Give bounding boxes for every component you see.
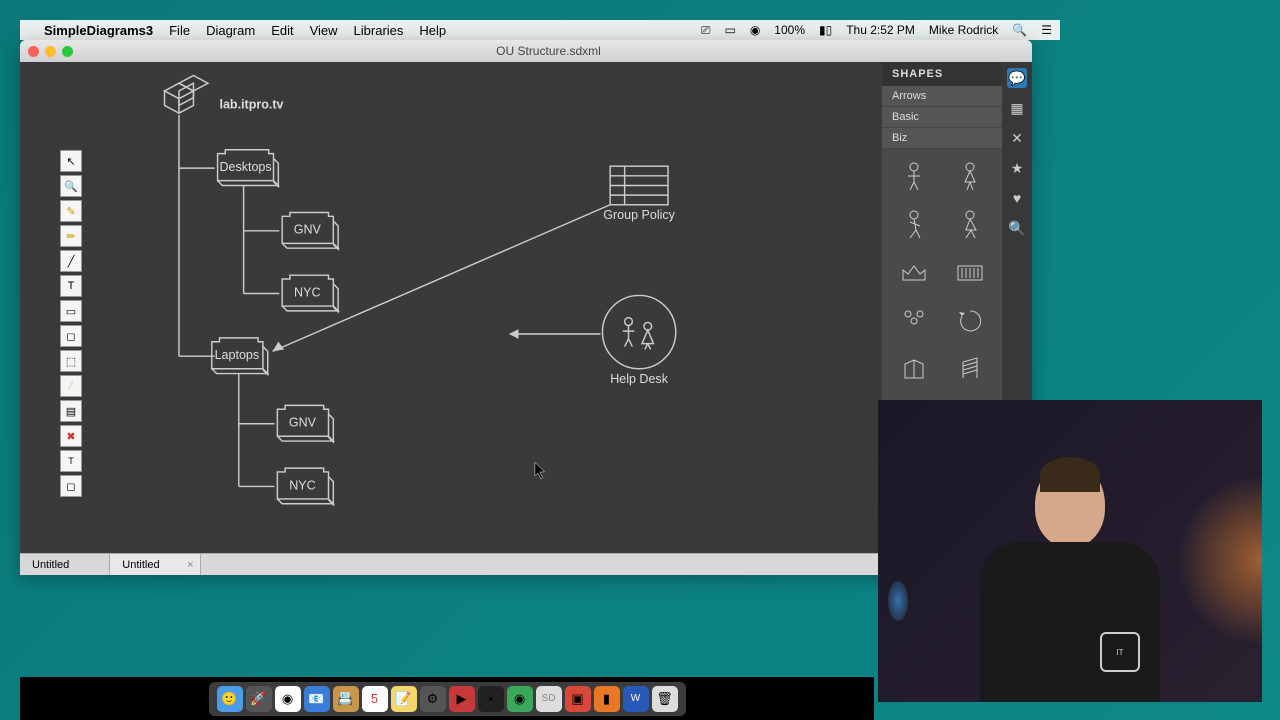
battery-icon: ▮▯ — [819, 23, 832, 37]
svg-text:Desktops: Desktops — [219, 160, 271, 174]
menu-help[interactable]: Help — [419, 23, 446, 38]
shape-crown[interactable] — [890, 253, 938, 293]
minimize-button[interactable] — [45, 46, 56, 57]
svg-text:NYC: NYC — [294, 285, 320, 299]
window-title: OU Structure.sdxml — [73, 44, 1024, 58]
menu-libraries[interactable]: Libraries — [354, 23, 404, 38]
svg-text:NYC: NYC — [289, 478, 315, 492]
menubar: SimpleDiagrams3 File Diagram Edit View L… — [20, 20, 1060, 40]
red-tool[interactable]: ✖ — [60, 425, 82, 447]
panel-layers-icon[interactable]: ▦ — [1007, 98, 1027, 118]
zoom-tool[interactable]: 🔍 — [60, 175, 82, 197]
svg-text:GNV: GNV — [289, 416, 317, 430]
itpro-logo-icon: IT — [1100, 632, 1140, 672]
diagram-canvas[interactable]: lab.itpro.tv — [20, 62, 882, 525]
menu-icon[interactable]: ☰ — [1041, 23, 1052, 37]
shape-building-1[interactable] — [890, 349, 938, 389]
presenter-video: IT — [878, 400, 1262, 702]
dock-app-3[interactable]: ▣ — [565, 686, 591, 712]
shape-walking-male[interactable] — [890, 205, 938, 245]
panel-close-icon[interactable]: ✕ — [1007, 128, 1027, 148]
node-nyc-laptops[interactable]: NYC — [277, 468, 333, 505]
menu-diagram[interactable]: Diagram — [206, 23, 255, 38]
datetime[interactable]: Thu 2:52 PM — [846, 23, 915, 37]
dock-chrome[interactable]: ◉ — [275, 686, 301, 712]
node-gnv-desktops[interactable]: GNV — [282, 212, 338, 249]
panel-search-icon[interactable]: 🔍 — [1007, 218, 1027, 238]
category-arrows[interactable]: Arrows — [882, 86, 1002, 107]
ad-root-icon[interactable]: lab.itpro.tv — [165, 76, 284, 114]
dock-finder[interactable]: 🙂 — [217, 686, 243, 712]
zoom-button[interactable] — [62, 46, 73, 57]
svg-text:GNV: GNV — [294, 223, 322, 237]
tab-close-icon[interactable]: × — [187, 559, 193, 571]
shape-walking-female[interactable] — [946, 205, 994, 245]
panel-chat-icon[interactable]: 💬 — [1007, 68, 1027, 88]
node-gnv-laptops[interactable]: GNV — [277, 405, 333, 442]
shape-person-male[interactable] — [890, 157, 938, 197]
category-basic[interactable]: Basic — [882, 107, 1002, 128]
line-tool[interactable]: ╱ — [60, 250, 82, 272]
dock-app-2[interactable]: ◉ — [507, 686, 533, 712]
shape-tool-1[interactable]: ▭ — [60, 300, 82, 322]
marker-tool[interactable]: ✏ — [60, 225, 82, 247]
svg-text:Group Policy: Group Policy — [603, 208, 675, 222]
pencil-tool[interactable]: ✎ — [60, 200, 82, 222]
menu-edit[interactable]: Edit — [271, 23, 293, 38]
dock-launchpad[interactable]: 🚀 — [246, 686, 272, 712]
dock-simplediagrams[interactable]: SD — [536, 686, 562, 712]
shape-tool-3[interactable]: ⬚ — [60, 350, 82, 372]
dock-notes[interactable]: 📝 — [391, 686, 417, 712]
tab-0[interactable]: Untitled — [20, 554, 110, 575]
text-tool[interactable]: T — [60, 275, 82, 297]
node-desktops[interactable]: Desktops — [218, 150, 279, 187]
battery-pct: 100% — [774, 23, 805, 37]
svg-text:Help Desk: Help Desk — [610, 372, 668, 386]
screenshare-icon[interactable]: ⎚ — [701, 23, 711, 38]
shape-person-female[interactable] — [946, 157, 994, 197]
shape-building-2[interactable] — [946, 349, 994, 389]
node-group-policy[interactable]: Group Policy — [603, 166, 675, 222]
eraser-tool[interactable]: ∕ — [60, 375, 82, 397]
node-laptops[interactable]: Laptops — [212, 338, 268, 375]
node-help-desk[interactable]: Help Desk — [602, 295, 675, 386]
misc-tool[interactable]: ◻ — [60, 475, 82, 497]
dock-outlook[interactable]: 📧 — [304, 686, 330, 712]
shapes-title: SHAPES — [882, 62, 1002, 86]
titlebar[interactable]: OU Structure.sdxml — [20, 40, 1032, 62]
dock-terminal[interactable]: ▪ — [478, 686, 504, 712]
label-tool[interactable]: T — [60, 450, 82, 472]
panel-heart-icon[interactable]: ♥ — [1007, 188, 1027, 208]
dock: 🙂 🚀 ◉ 📧 📇 5 📝 ⚙ ▶ ▪ ◉ SD ▣ ▮ W 🗑 — [20, 677, 874, 720]
app-name[interactable]: SimpleDiagrams3 — [44, 23, 153, 38]
dock-trash[interactable]: 🗑 — [652, 686, 678, 712]
dock-word[interactable]: W — [623, 686, 649, 712]
menu-file[interactable]: File — [169, 23, 190, 38]
spotlight-icon[interactable]: 🔍 — [1012, 23, 1027, 37]
wifi-icon[interactable]: ◉ — [750, 23, 760, 37]
close-button[interactable] — [28, 46, 39, 57]
svg-text:Laptops: Laptops — [215, 348, 260, 362]
card-tool[interactable]: ▤ — [60, 400, 82, 422]
menu-view[interactable]: View — [310, 23, 338, 38]
dock-app-4[interactable]: ▮ — [594, 686, 620, 712]
cursor-icon — [535, 462, 545, 478]
dock-settings[interactable]: ⚙ — [420, 686, 446, 712]
airplay-icon[interactable]: ▭ — [724, 23, 735, 37]
dock-app-1[interactable]: ▶ — [449, 686, 475, 712]
root-label: lab.itpro.tv — [220, 97, 284, 111]
tab-1[interactable]: Untitled × — [110, 554, 200, 575]
node-nyc-desktops[interactable]: NYC — [282, 275, 338, 312]
user-name[interactable]: Mike Rodrick — [929, 23, 998, 37]
category-biz[interactable]: Biz — [882, 128, 1002, 149]
panel-star-icon[interactable]: ★ — [1007, 158, 1027, 178]
shape-cycle[interactable] — [946, 301, 994, 341]
shape-barcode[interactable] — [946, 253, 994, 293]
dock-contacts[interactable]: 📇 — [333, 686, 359, 712]
pointer-tool[interactable]: ↖ — [60, 150, 82, 172]
dock-calendar[interactable]: 5 — [362, 686, 388, 712]
left-toolbar: ↖ 🔍 ✎ ✏ ╱ T ▭ ◻ ⬚ ∕ ▤ ✖ T ◻ — [60, 150, 84, 497]
shape-group[interactable] — [890, 301, 938, 341]
shape-tool-2[interactable]: ◻ — [60, 325, 82, 347]
